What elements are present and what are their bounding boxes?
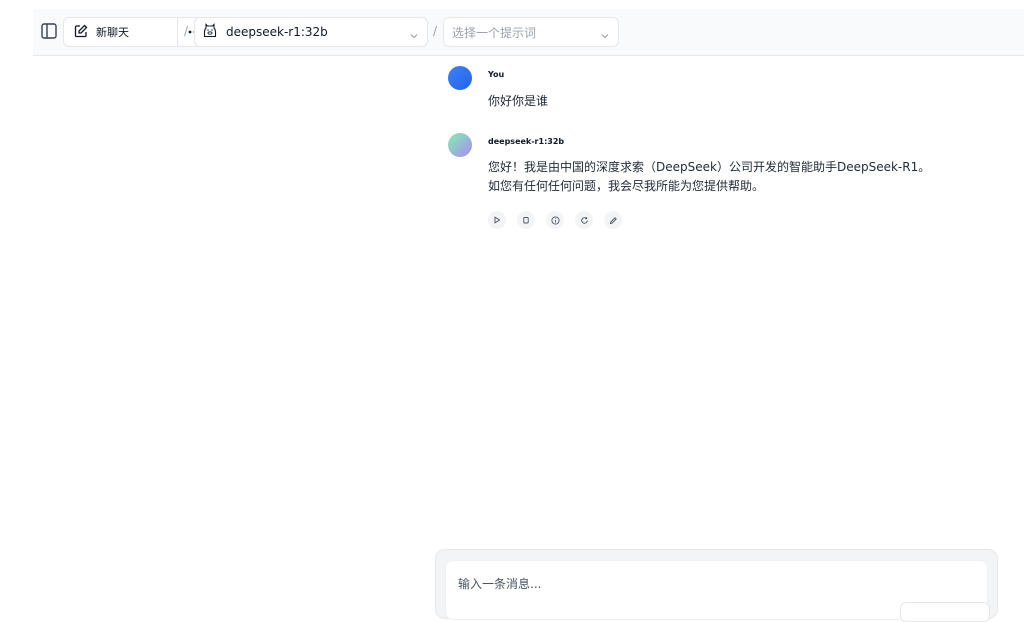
new-chat-group: 新聊天 [63,17,178,47]
composer-container [435,549,998,622]
header-bar: 新聊天 / deepseek-r1:32b / 选择一个提示词 [33,9,1024,56]
model-selector[interactable]: deepseek-r1:32b [194,17,428,47]
breadcrumb-separator: / [184,24,189,38]
assistant-name: deepseek-r1:32b [488,137,565,146]
llama-icon [203,22,217,42]
assistant-avatar [448,133,472,157]
info-icon[interactable] [546,211,564,229]
play-icon[interactable] [488,211,506,229]
new-chat-button[interactable]: 新聊天 [64,18,177,46]
copy-icon[interactable] [517,211,535,229]
breadcrumb-separator: / [433,24,438,38]
new-chat-label: 新聊天 [96,26,129,39]
message-input[interactable] [458,575,958,599]
sidebar-toggle-icon[interactable] [40,22,58,40]
prompt-placeholder: 选择一个提示词 [452,25,537,40]
user-message-text: 你好你是谁 [488,94,549,108]
composer-toolbar[interactable] [900,602,990,622]
regenerate-icon[interactable] [575,211,593,229]
user-avatar [448,66,472,90]
composer-box [445,560,990,622]
user-name: You [488,70,505,79]
prompt-selector[interactable]: 选择一个提示词 [443,17,619,47]
chevron-down-icon [409,26,419,45]
edit-icon[interactable] [604,211,622,229]
top-strip [0,0,1024,9]
assistant-message-line: 您好！我是由中国的深度求索（DeepSeek）公司开发的智能助手DeepSeek… [488,160,931,174]
model-name: deepseek-r1:32b [226,25,328,39]
edit-icon [74,23,88,42]
chevron-down-icon [600,26,610,45]
assistant-message-line: 如您有任何任何问题，我会尽我所能为您提供帮助。 [488,179,765,193]
message-actions [488,211,622,229]
